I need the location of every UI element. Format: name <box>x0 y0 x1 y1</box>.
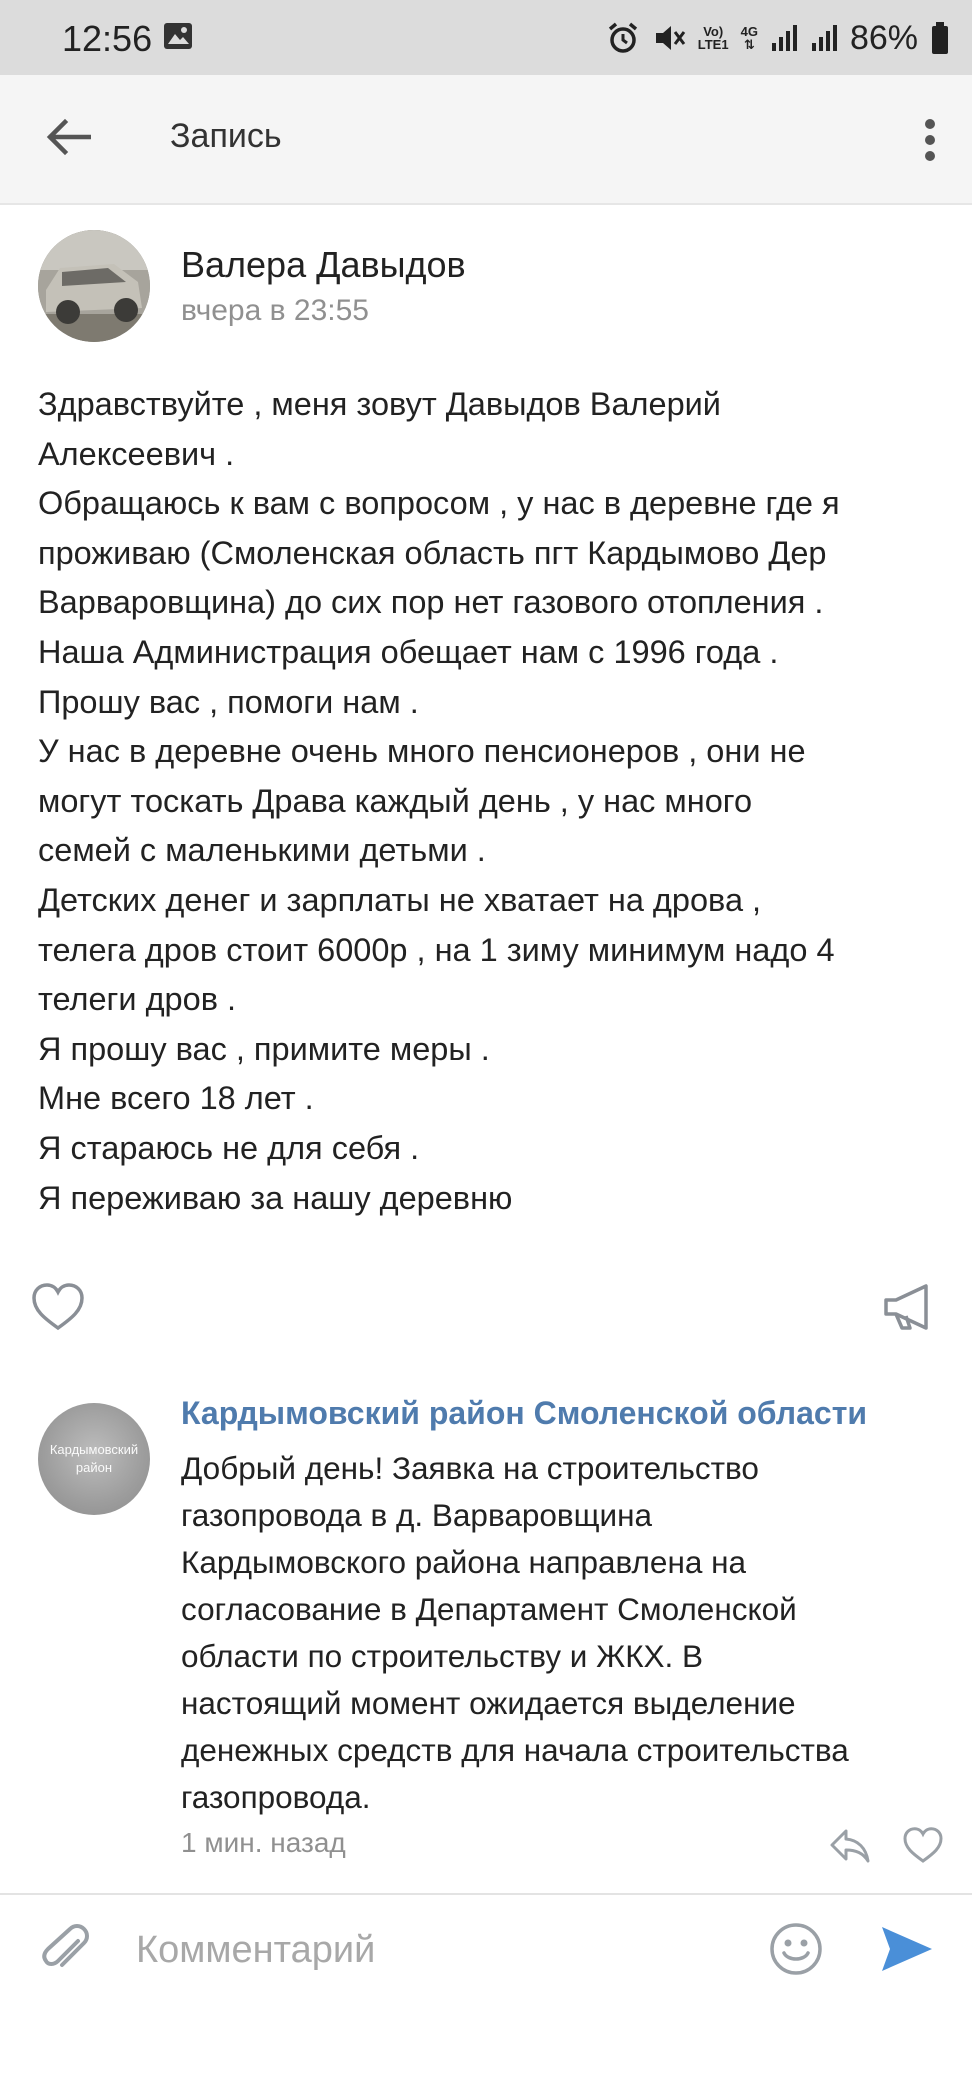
post-share-button[interactable] <box>880 1278 940 1338</box>
post-body-text: Здравствуйте , меня зовут Давыдов Валери… <box>38 386 840 1216</box>
post-header: Валера Давыдов вчера в 23:55 <box>0 230 972 350</box>
page-title: Запись <box>170 117 282 155</box>
emoji-button[interactable] <box>768 1921 824 1977</box>
data-arrows-icon: ⇅ <box>743 37 755 52</box>
reply-icon <box>830 1829 870 1863</box>
comment-text: Добрый день! Заявка на строительство газ… <box>181 1450 849 1815</box>
comment-reply-button[interactable] <box>828 1823 872 1867</box>
lte-bottom-text: LTE1 <box>697 37 729 52</box>
send-icon <box>882 1927 932 1971</box>
network-gen-indicator: 4G ⇅ <box>741 25 758 51</box>
smiley-icon <box>770 1923 822 1975</box>
car-photo-icon <box>38 230 150 342</box>
mute-icon <box>655 26 685 50</box>
battery-icon <box>932 22 948 54</box>
battery-percent: 86% <box>849 18 918 57</box>
heart-icon <box>32 1283 84 1331</box>
alarm-icon <box>608 22 637 53</box>
more-vertical-icon <box>925 119 935 161</box>
paperclip-icon <box>42 1924 89 1967</box>
comment-composer <box>0 1895 972 2005</box>
author-avatar[interactable] <box>38 230 150 342</box>
signal-icon <box>771 25 797 51</box>
comment-timestamp: 1 мин. назад <box>181 1827 346 1858</box>
group-avatar[interactable]: Кардымовский район <box>38 1403 150 1515</box>
comment-like-button[interactable] <box>902 1825 944 1867</box>
comment-input[interactable] <box>136 1919 736 1981</box>
back-button[interactable] <box>38 107 98 167</box>
heart-icon <box>903 1827 943 1863</box>
status-icons: Vo) LTE1 4G ⇅ 86% <box>606 16 950 60</box>
group-avatar-text: Кардымовский район <box>49 1442 139 1475</box>
more-options-button[interactable] <box>910 110 950 170</box>
status-bar: 12:56 Vo) LTE1 4G ⇅ 86% <box>0 0 972 75</box>
comment-author-name[interactable]: Кардымовский район Смоленской области <box>181 1395 867 1432</box>
megaphone-icon <box>884 1284 928 1330</box>
post-like-button[interactable] <box>30 1280 86 1336</box>
arrow-left-icon <box>46 118 91 156</box>
send-button[interactable] <box>876 1919 936 1979</box>
lte-indicator: Vo) LTE1 <box>698 25 729 51</box>
post-timestamp: вчера в 23:55 <box>181 294 369 327</box>
post-author-name[interactable]: Валера Давыдов <box>181 244 466 286</box>
gallery-notification-icon <box>164 23 192 49</box>
attach-button[interactable] <box>38 1923 94 1979</box>
app-bar: Запись <box>0 75 972 205</box>
status-time: 12:56 <box>62 18 153 59</box>
signal-2-icon <box>811 25 837 51</box>
